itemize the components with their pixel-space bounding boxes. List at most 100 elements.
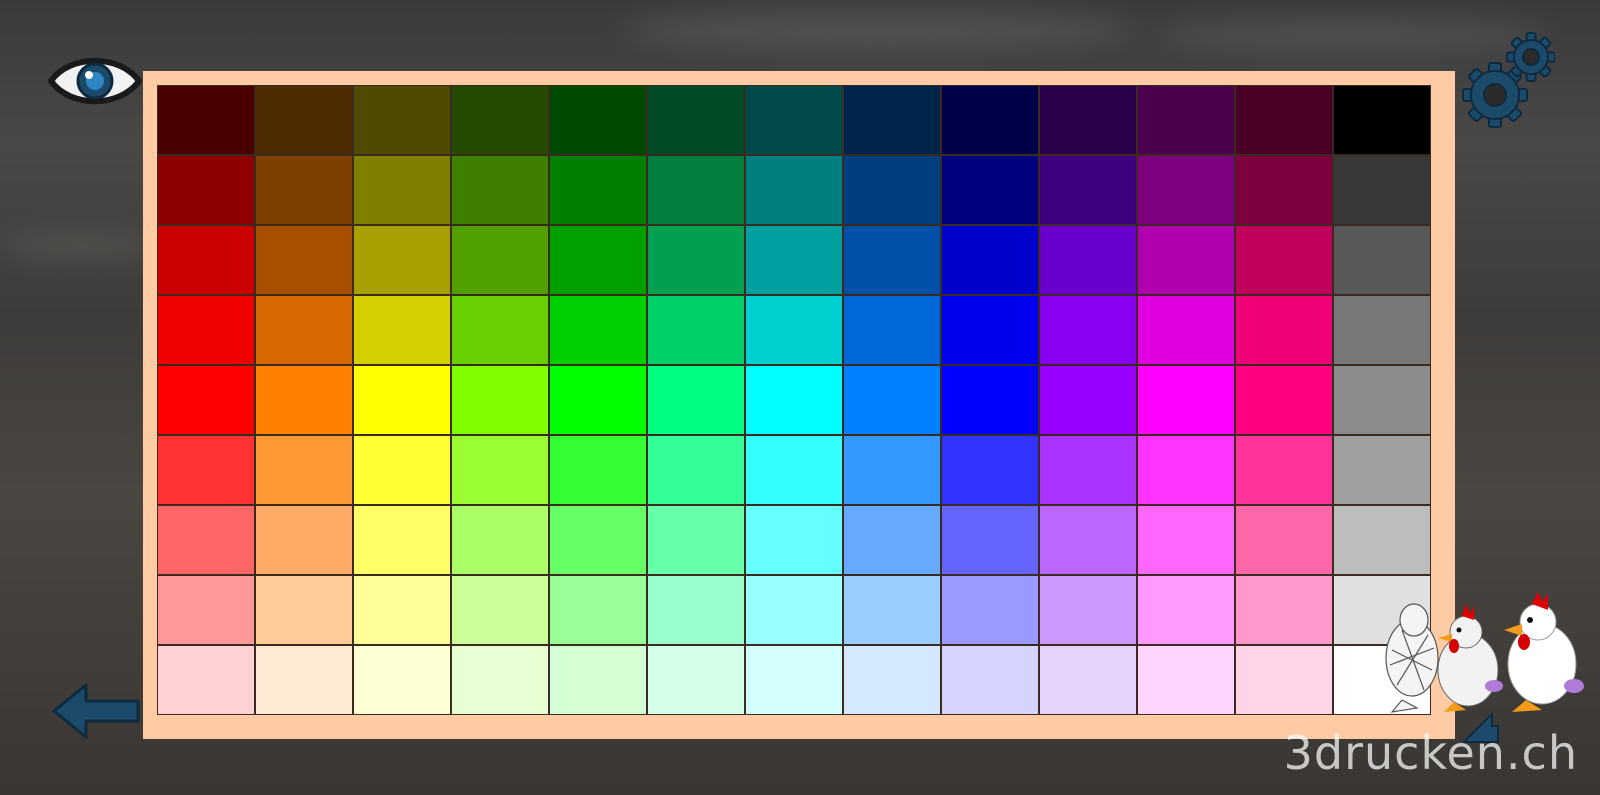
color-swatch[interactable] [942, 296, 1038, 364]
color-swatch[interactable] [452, 436, 548, 504]
color-swatch[interactable] [550, 576, 646, 644]
color-swatch[interactable] [452, 576, 548, 644]
color-swatch[interactable] [452, 646, 548, 714]
color-swatch[interactable] [1138, 366, 1234, 434]
color-swatch[interactable] [746, 506, 842, 574]
color-swatch[interactable] [1138, 86, 1234, 154]
color-swatch[interactable] [354, 156, 450, 224]
color-swatch[interactable] [1040, 226, 1136, 294]
color-swatch[interactable] [1138, 296, 1234, 364]
color-swatch[interactable] [158, 296, 254, 364]
color-swatch[interactable] [746, 366, 842, 434]
settings-button[interactable] [1455, 30, 1556, 130]
color-swatch[interactable] [256, 506, 352, 574]
color-swatch[interactable] [158, 366, 254, 434]
color-swatch[interactable] [452, 156, 548, 224]
color-swatch[interactable] [354, 576, 450, 644]
color-swatch[interactable] [158, 226, 254, 294]
color-swatch[interactable] [158, 646, 254, 714]
color-swatch[interactable] [844, 506, 940, 574]
color-swatch[interactable] [1040, 296, 1136, 364]
color-swatch[interactable] [158, 436, 254, 504]
color-swatch[interactable] [746, 646, 842, 714]
color-swatch[interactable] [1334, 366, 1430, 434]
color-swatch[interactable] [1236, 296, 1332, 364]
color-swatch[interactable] [844, 226, 940, 294]
color-swatch[interactable] [1040, 506, 1136, 574]
color-swatch[interactable] [1236, 436, 1332, 504]
color-swatch[interactable] [256, 226, 352, 294]
color-swatch[interactable] [158, 576, 254, 644]
color-swatch[interactable] [256, 366, 352, 434]
color-swatch[interactable] [1138, 436, 1234, 504]
color-swatch[interactable] [550, 156, 646, 224]
color-swatch[interactable] [648, 226, 744, 294]
color-swatch[interactable] [550, 86, 646, 154]
color-swatch[interactable] [452, 226, 548, 294]
color-swatch[interactable] [844, 436, 940, 504]
color-swatch[interactable] [452, 366, 548, 434]
color-swatch[interactable] [256, 646, 352, 714]
color-swatch[interactable] [844, 576, 940, 644]
color-swatch[interactable] [354, 366, 450, 434]
color-swatch[interactable] [1138, 506, 1234, 574]
color-swatch[interactable] [354, 226, 450, 294]
color-swatch[interactable] [1236, 226, 1332, 294]
color-swatch[interactable] [1138, 576, 1234, 644]
view-toggle-button[interactable] [47, 52, 143, 110]
color-swatch[interactable] [746, 156, 842, 224]
color-swatch[interactable] [1236, 156, 1332, 224]
color-swatch[interactable] [942, 506, 1038, 574]
color-swatch[interactable] [354, 296, 450, 364]
color-swatch[interactable] [256, 156, 352, 224]
color-swatch[interactable] [550, 296, 646, 364]
color-swatch[interactable] [1138, 226, 1234, 294]
color-swatch[interactable] [550, 366, 646, 434]
color-swatch[interactable] [746, 576, 842, 644]
color-swatch[interactable] [844, 366, 940, 434]
color-swatch[interactable] [550, 506, 646, 574]
color-swatch[interactable] [746, 226, 842, 294]
color-swatch[interactable] [256, 296, 352, 364]
color-swatch[interactable] [1334, 436, 1430, 504]
color-swatch[interactable] [550, 436, 646, 504]
color-swatch[interactable] [1040, 366, 1136, 434]
color-swatch[interactable] [1236, 646, 1332, 714]
color-swatch[interactable] [648, 436, 744, 504]
color-swatch[interactable] [942, 576, 1038, 644]
color-swatch[interactable] [256, 436, 352, 504]
color-swatch[interactable] [452, 506, 548, 574]
color-swatch[interactable] [1040, 436, 1136, 504]
color-swatch[interactable] [648, 576, 744, 644]
color-swatch[interactable] [942, 646, 1038, 714]
color-swatch[interactable] [746, 296, 842, 364]
color-swatch[interactable] [648, 506, 744, 574]
color-swatch[interactable] [942, 366, 1038, 434]
color-swatch[interactable] [550, 226, 646, 294]
color-swatch[interactable] [1040, 156, 1136, 224]
color-swatch[interactable] [746, 86, 842, 154]
color-swatch[interactable] [354, 436, 450, 504]
color-swatch[interactable] [1334, 296, 1430, 364]
color-swatch[interactable] [158, 86, 254, 154]
color-swatch[interactable] [1236, 576, 1332, 644]
color-swatch[interactable] [452, 296, 548, 364]
color-swatch[interactable] [648, 646, 744, 714]
color-swatch[interactable] [844, 86, 940, 154]
color-swatch[interactable] [648, 366, 744, 434]
color-swatch[interactable] [550, 646, 646, 714]
color-swatch[interactable] [648, 296, 744, 364]
color-swatch[interactable] [844, 296, 940, 364]
color-swatch[interactable] [844, 646, 940, 714]
color-swatch[interactable] [942, 86, 1038, 154]
color-swatch[interactable] [452, 86, 548, 154]
color-swatch[interactable] [158, 506, 254, 574]
color-swatch[interactable] [1138, 646, 1234, 714]
color-swatch[interactable] [256, 576, 352, 644]
color-swatch[interactable] [746, 436, 842, 504]
color-swatch[interactable] [1334, 226, 1430, 294]
color-swatch[interactable] [354, 506, 450, 574]
color-swatch[interactable] [1040, 646, 1136, 714]
color-swatch[interactable] [1040, 576, 1136, 644]
back-button[interactable] [50, 682, 142, 740]
